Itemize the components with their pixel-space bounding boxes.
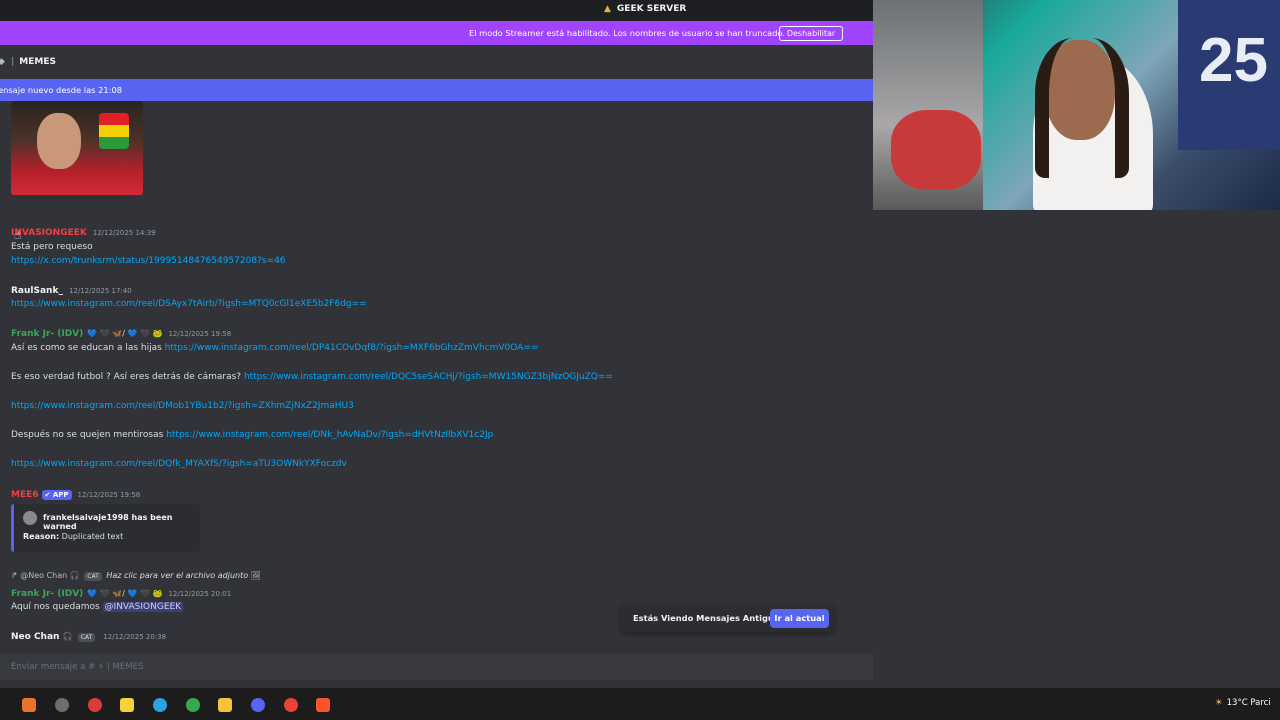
photo-emblem	[99, 113, 129, 149]
message-link[interactable]: https://www.instagram.com/reel/DQfk_MYAX…	[11, 459, 347, 469]
obs-icon[interactable]	[88, 698, 102, 712]
message-link[interactable]: https://www.instagram.com/reel/DMob1YBu1…	[11, 401, 354, 411]
message-text: Está pero requeso	[11, 242, 93, 252]
author-name[interactable]: Frank Jr- (IDV)	[11, 589, 83, 599]
reply-arrow-icon: ↱	[11, 571, 21, 580]
author-name[interactable]: Frank Jr- (IDV)	[11, 329, 83, 339]
new-messages-bar[interactable]: ensaje nuevo desde las 21:08	[0, 79, 873, 101]
file-explorer-icon[interactable]	[218, 698, 232, 712]
timestamp: 12/12/2025 17:40	[68, 287, 132, 295]
message-header: Frank Jr- (IDV) 💙 🖤 🦋/ 💙 🖤 🐸 12/12/2025 19…	[11, 328, 231, 339]
headphones-icon: 🎧	[62, 632, 73, 641]
author-name[interactable]: RaulSank_	[11, 286, 63, 296]
message-header: INVASIONGEEK 12/12/2025 14:39	[11, 227, 156, 238]
chrome-profile-icon[interactable]	[284, 698, 298, 712]
embed-title: frankelsalvaje1998 has been warned	[43, 513, 173, 531]
server-title[interactable]: ▲ GEEK SERVER	[604, 4, 686, 14]
server-icon: ▲	[604, 4, 611, 14]
author-name[interactable]: INVASIONGEEK	[11, 228, 87, 238]
streamer-mode-text: El modo Streamer está habilitado. Los no…	[469, 28, 786, 38]
message-link[interactable]: https://www.instagram.com/reel/DQC5seSAC…	[244, 372, 613, 382]
streamer-mode-banner: El modo Streamer está habilitado. Los no…	[0, 21, 873, 45]
author-name[interactable]: Neo Chan	[11, 632, 59, 642]
message-link[interactable]: https://x.com/trunksrm/status/1999514847…	[11, 256, 286, 266]
message-input-placeholder: Enviar mensaje a # ⚡ | MEMES	[11, 662, 144, 672]
notes-icon[interactable]	[120, 698, 134, 712]
image-icon: 🖼	[250, 571, 261, 580]
photo-face	[37, 113, 81, 169]
reply-text: Haz clic para ver el archivo adjunto	[106, 571, 249, 580]
message-link[interactable]: https://www.instagram.com/reel/DSAyx7tAi…	[11, 299, 367, 309]
timestamp: 12/12/2025 20:01	[168, 590, 232, 598]
headphones-icon: 🎧	[69, 571, 80, 580]
copilot-icon[interactable]	[22, 698, 36, 712]
reply-author: @Neo Chan	[20, 571, 68, 580]
user-badges: 💙 🖤 🦋/ 💙 🖤 🐸	[87, 589, 163, 598]
user-badges: 💙 🖤 🦋/ 💙 🖤 🐸	[87, 329, 163, 338]
message-link[interactable]: https://www.instagram.com/reel/DP41COvDq…	[165, 343, 539, 353]
message-line: Aquí nos quedamos @INVASIONGEEK	[11, 602, 184, 612]
timestamp: 12/12/2025 14:39	[92, 229, 156, 237]
message-text: Después no se quejen mentirosas	[11, 430, 167, 440]
channel-header: ◆ | MEMES	[0, 45, 873, 78]
mouse-cursor-icon: ☝	[14, 228, 22, 242]
message-line: Después no se quejen mentirosas https://…	[11, 430, 493, 440]
message-text: Aquí nos quedamos	[11, 602, 103, 612]
message-line: Es eso verdad futbol ? Así eres detrás d…	[11, 372, 613, 382]
timestamp: 12/12/2025 20:38	[103, 633, 167, 641]
discord-icon[interactable]	[251, 698, 265, 712]
settings-icon[interactable]	[55, 698, 69, 712]
disable-streamer-button[interactable]: Deshabilitar	[779, 26, 843, 41]
channel-icon: ◆	[0, 57, 5, 67]
warning-embed: frankelsalvaje1998 has been warned Reaso…	[11, 504, 200, 552]
timestamp: 12/12/2025 19:58	[168, 330, 232, 338]
message-text: Es eso verdad futbol ? Así eres detrás d…	[11, 372, 244, 382]
taskbar: ☀ 13°C Parci	[0, 688, 1280, 720]
webcam-hair	[1035, 38, 1129, 178]
message-link[interactable]: https://www.instagram.com/reel/DNk_hAvNa…	[166, 430, 493, 440]
weather-widget[interactable]: ☀ 13°C Parci	[1215, 698, 1271, 708]
message-header: RaulSank_ 12/12/2025 17:40	[11, 285, 132, 296]
app-badge: ✔ APP	[41, 490, 72, 500]
jersey-number: 25	[1199, 26, 1268, 95]
weather-icon: ☀	[1215, 698, 1223, 708]
tag-badge: CAT	[77, 633, 96, 642]
brave-icon[interactable]	[316, 698, 330, 712]
avatar	[23, 511, 37, 525]
embed-reason: Reason: Duplicated text	[23, 532, 124, 541]
tag-badge: CAT	[84, 572, 102, 581]
old-messages-text: Estás Viendo Mensajes Antiguos	[633, 613, 785, 623]
message-header: MEE6 ✔ APP 12/12/2025 19:58	[11, 489, 140, 500]
message-header: Frank Jr- (IDV) 💙 🖤 🦋/ 💙 🖤 🐸 12/12/2025 20…	[11, 588, 231, 599]
message-line: Así es como se educan a las hijas https:…	[11, 343, 538, 353]
telegram-icon[interactable]	[153, 698, 167, 712]
webcam-overlay: 25	[873, 0, 1280, 210]
channel-name: | MEMES	[11, 57, 56, 67]
timestamp: 12/12/2025 19:58	[77, 491, 141, 499]
old-messages-toast: Estás Viendo Mensajes Antiguos Ir al act…	[621, 605, 834, 632]
webcam-pillow	[891, 110, 981, 190]
chrome-icon[interactable]	[186, 698, 200, 712]
message-header: Neo Chan 🎧 CAT 12/12/2025 20:38	[11, 631, 166, 642]
new-messages-text: ensaje nuevo desde las 21:08	[0, 85, 123, 95]
reply-reference[interactable]: ↱ @Neo Chan 🎧 CAT Haz clic para ver el a…	[11, 571, 261, 581]
message-text: Así es como se educan a las hijas	[11, 343, 165, 353]
message-composer: Enviar mensaje a # ⚡ | MEMES	[0, 648, 873, 688]
author-name[interactable]: MEE6	[11, 490, 39, 500]
image-attachment[interactable]	[11, 101, 143, 195]
jump-to-present-button[interactable]: Ir al actual	[770, 609, 829, 628]
user-mention[interactable]: @INVASIONGEEK	[102, 602, 184, 612]
